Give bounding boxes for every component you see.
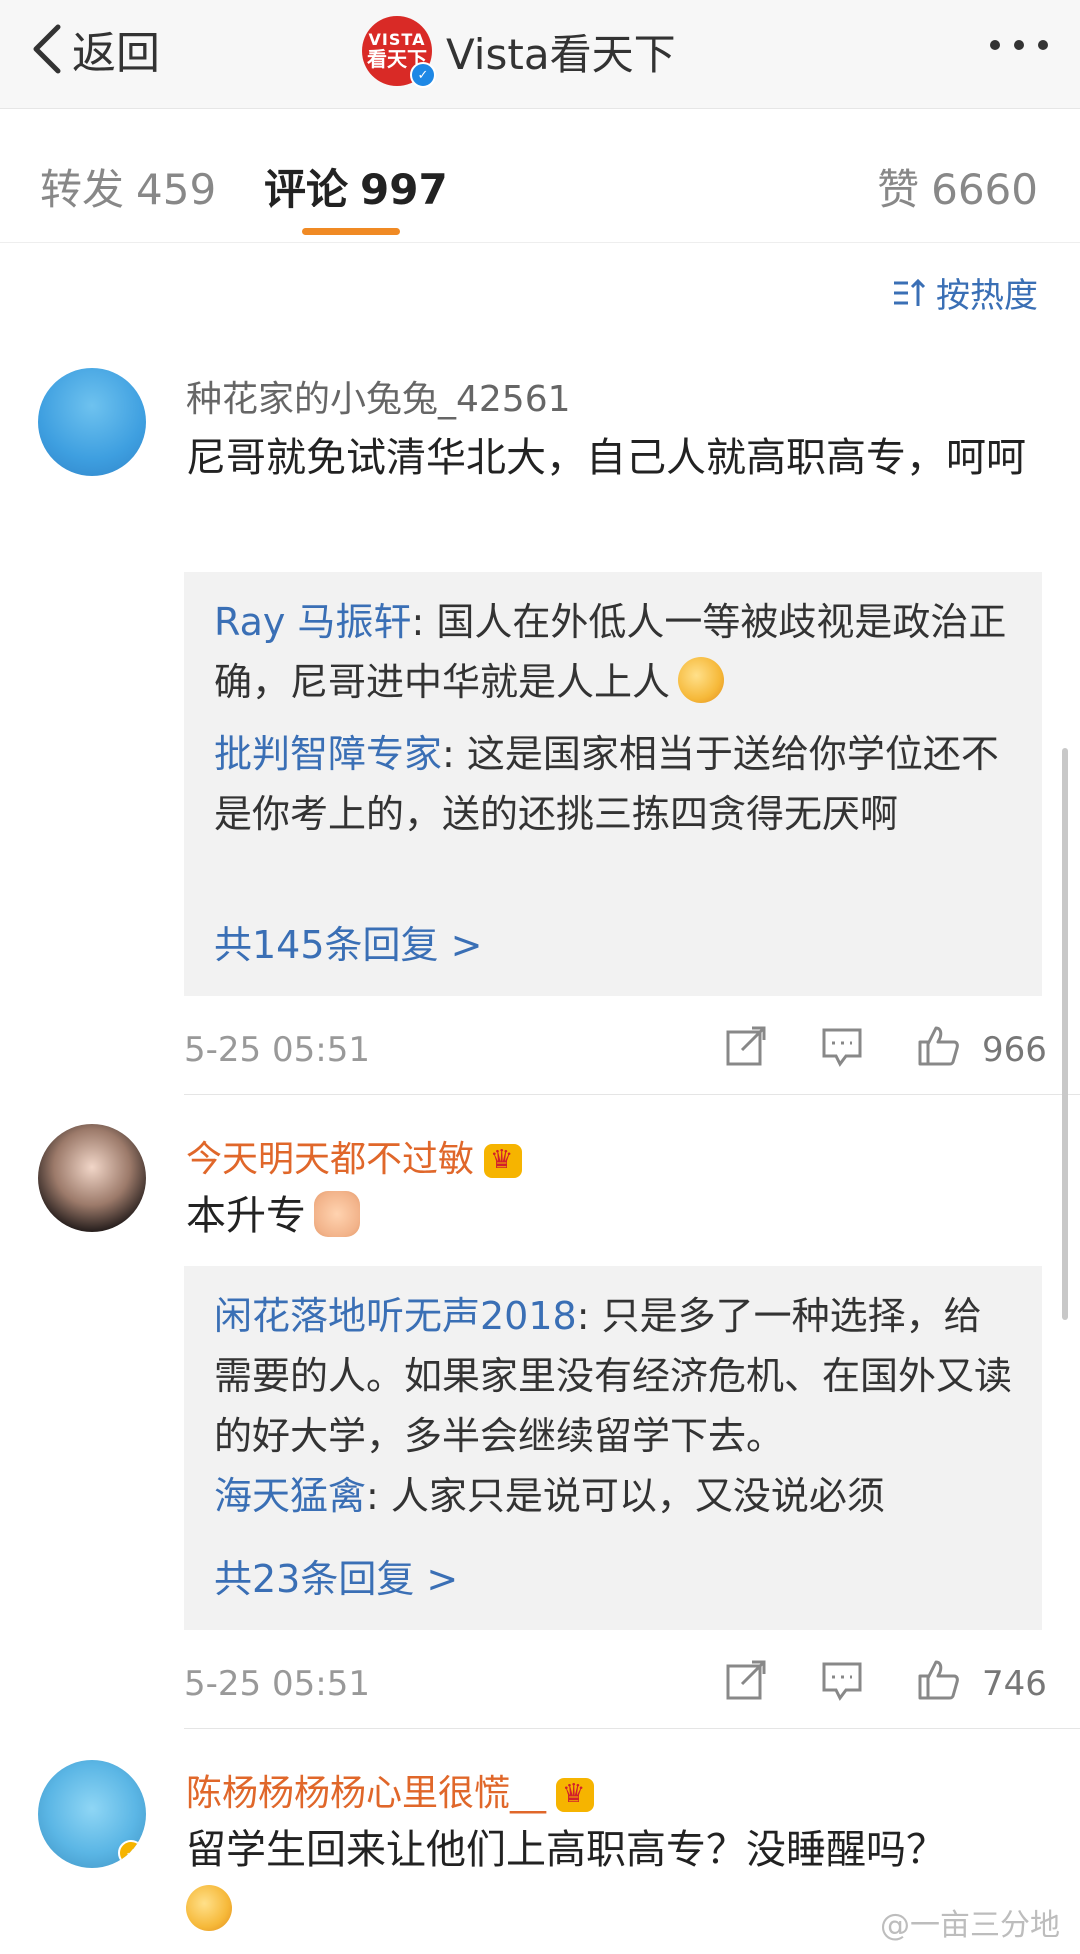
comment-timestamp: 5-25 05:51 bbox=[184, 1664, 370, 1704]
vip-badge-icon: ✓ bbox=[118, 1840, 144, 1866]
reply-username[interactable]: 海天猛禽 bbox=[214, 1474, 366, 1518]
avatar[interactable]: ✓ bbox=[38, 1760, 146, 1868]
watermark: @一亩三分地 bbox=[880, 1908, 1060, 1943]
vip-crown-icon bbox=[556, 1778, 595, 1812]
chevron-left-icon bbox=[33, 24, 61, 74]
avatar[interactable] bbox=[38, 1124, 146, 1232]
page-title: Vista看天下 bbox=[446, 29, 676, 79]
more-options-icon[interactable] bbox=[990, 40, 1048, 50]
reply-username[interactable]: 批判智障专家 bbox=[214, 732, 442, 776]
laugh-cry-emoji-icon bbox=[186, 1885, 232, 1931]
reply-preview-box[interactable]: 闲花落地听无声2018: 只是多了一种选择，给需要的人。如果家里没有经济危机、在… bbox=[184, 1266, 1042, 1630]
comment-text: 本升专 bbox=[186, 1186, 1026, 1246]
reply-username[interactable]: 闲花落地听无声2018 bbox=[214, 1294, 577, 1338]
share-icon[interactable] bbox=[724, 1024, 768, 1072]
tab-comments[interactable]: 评论 997 bbox=[264, 156, 448, 217]
account-avatar: VISTA 看天下 ✓ bbox=[362, 16, 436, 88]
view-all-replies-link[interactable]: 共23条回复 > bbox=[214, 1548, 458, 1603]
like-thumb-icon[interactable] bbox=[916, 1658, 960, 1706]
reply-item: 闲花落地听无声2018: 只是多了一种选择，给需要的人。如果家里没有经济危机、在… bbox=[214, 1286, 1014, 1466]
like-count: 746 bbox=[982, 1664, 1047, 1704]
reply-username[interactable]: Ray 马振轩 bbox=[214, 600, 411, 644]
sort-icon bbox=[894, 278, 926, 306]
avatar[interactable] bbox=[38, 368, 146, 476]
laugh-emoji-icon bbox=[678, 657, 725, 703]
tab-bar: 转发 459 评论 997 赞 6660 bbox=[0, 120, 1080, 243]
reply-comment-icon[interactable] bbox=[820, 1658, 864, 1706]
comment-actions: 5-25 05:51 746 bbox=[184, 1652, 1047, 1712]
active-tab-indicator bbox=[302, 228, 400, 235]
comment-text: 尼哥就免试清华北大，自己人就高职高专，呵呵 bbox=[186, 435, 1026, 481]
tab-likes[interactable]: 赞 6660 bbox=[877, 156, 1038, 217]
vip-crown-icon bbox=[484, 1144, 523, 1178]
like-count: 966 bbox=[982, 1030, 1047, 1070]
reply-preview-box[interactable]: Ray 马振轩: 国人在外低人一等被歧视是政治正确，尼哥进中华就是人上人 批判智… bbox=[184, 572, 1042, 996]
thumbs-up-emoji-icon bbox=[314, 1191, 360, 1237]
tab-repost[interactable]: 转发 459 bbox=[40, 156, 216, 217]
reply-item: 海天猛禽: 人家只是说可以，又没说必须 bbox=[214, 1466, 1014, 1526]
back-button[interactable]: 返回 bbox=[30, 14, 160, 84]
reply-item: 批判智障专家: 这是国家相当于送给你学位还不是你考上的，送的还挑三拣四贪得无厌啊 bbox=[214, 724, 1014, 844]
reply-comment-icon[interactable] bbox=[820, 1024, 864, 1072]
comment-username[interactable]: 种花家的小兔兔_42561 bbox=[186, 370, 571, 422]
verified-badge-icon: ✓ bbox=[410, 62, 436, 88]
scrollbar[interactable] bbox=[1062, 748, 1068, 1320]
comment-actions: 5-25 05:51 966 bbox=[184, 1018, 1047, 1078]
view-all-replies-link[interactable]: 共145条回复 > bbox=[214, 914, 482, 969]
reply-text: : 人家只是说可以，又没说必须 bbox=[366, 1474, 885, 1518]
share-icon[interactable] bbox=[724, 1658, 768, 1706]
comment-username-vip[interactable]: 今天明天都不过敏 bbox=[186, 1130, 523, 1182]
account-header[interactable]: VISTA 看天下 ✓ Vista看天下 bbox=[362, 12, 676, 90]
like-thumb-icon[interactable] bbox=[916, 1024, 960, 1072]
reply-item: Ray 马振轩: 国人在外低人一等被歧视是政治正确，尼哥进中华就是人上人 bbox=[214, 592, 1014, 712]
sort-by-hot-button[interactable]: 按热度 bbox=[892, 268, 1038, 317]
divider bbox=[184, 1094, 1080, 1095]
comment-username-vip[interactable]: 陈杨杨杨杨心里很慌__ bbox=[186, 1764, 595, 1816]
comment-timestamp: 5-25 05:51 bbox=[184, 1030, 370, 1070]
back-label: 返回 bbox=[72, 28, 160, 79]
divider bbox=[184, 1728, 1080, 1729]
top-navigation-bar: 返回 VISTA 看天下 ✓ Vista看天下 bbox=[0, 0, 1080, 109]
